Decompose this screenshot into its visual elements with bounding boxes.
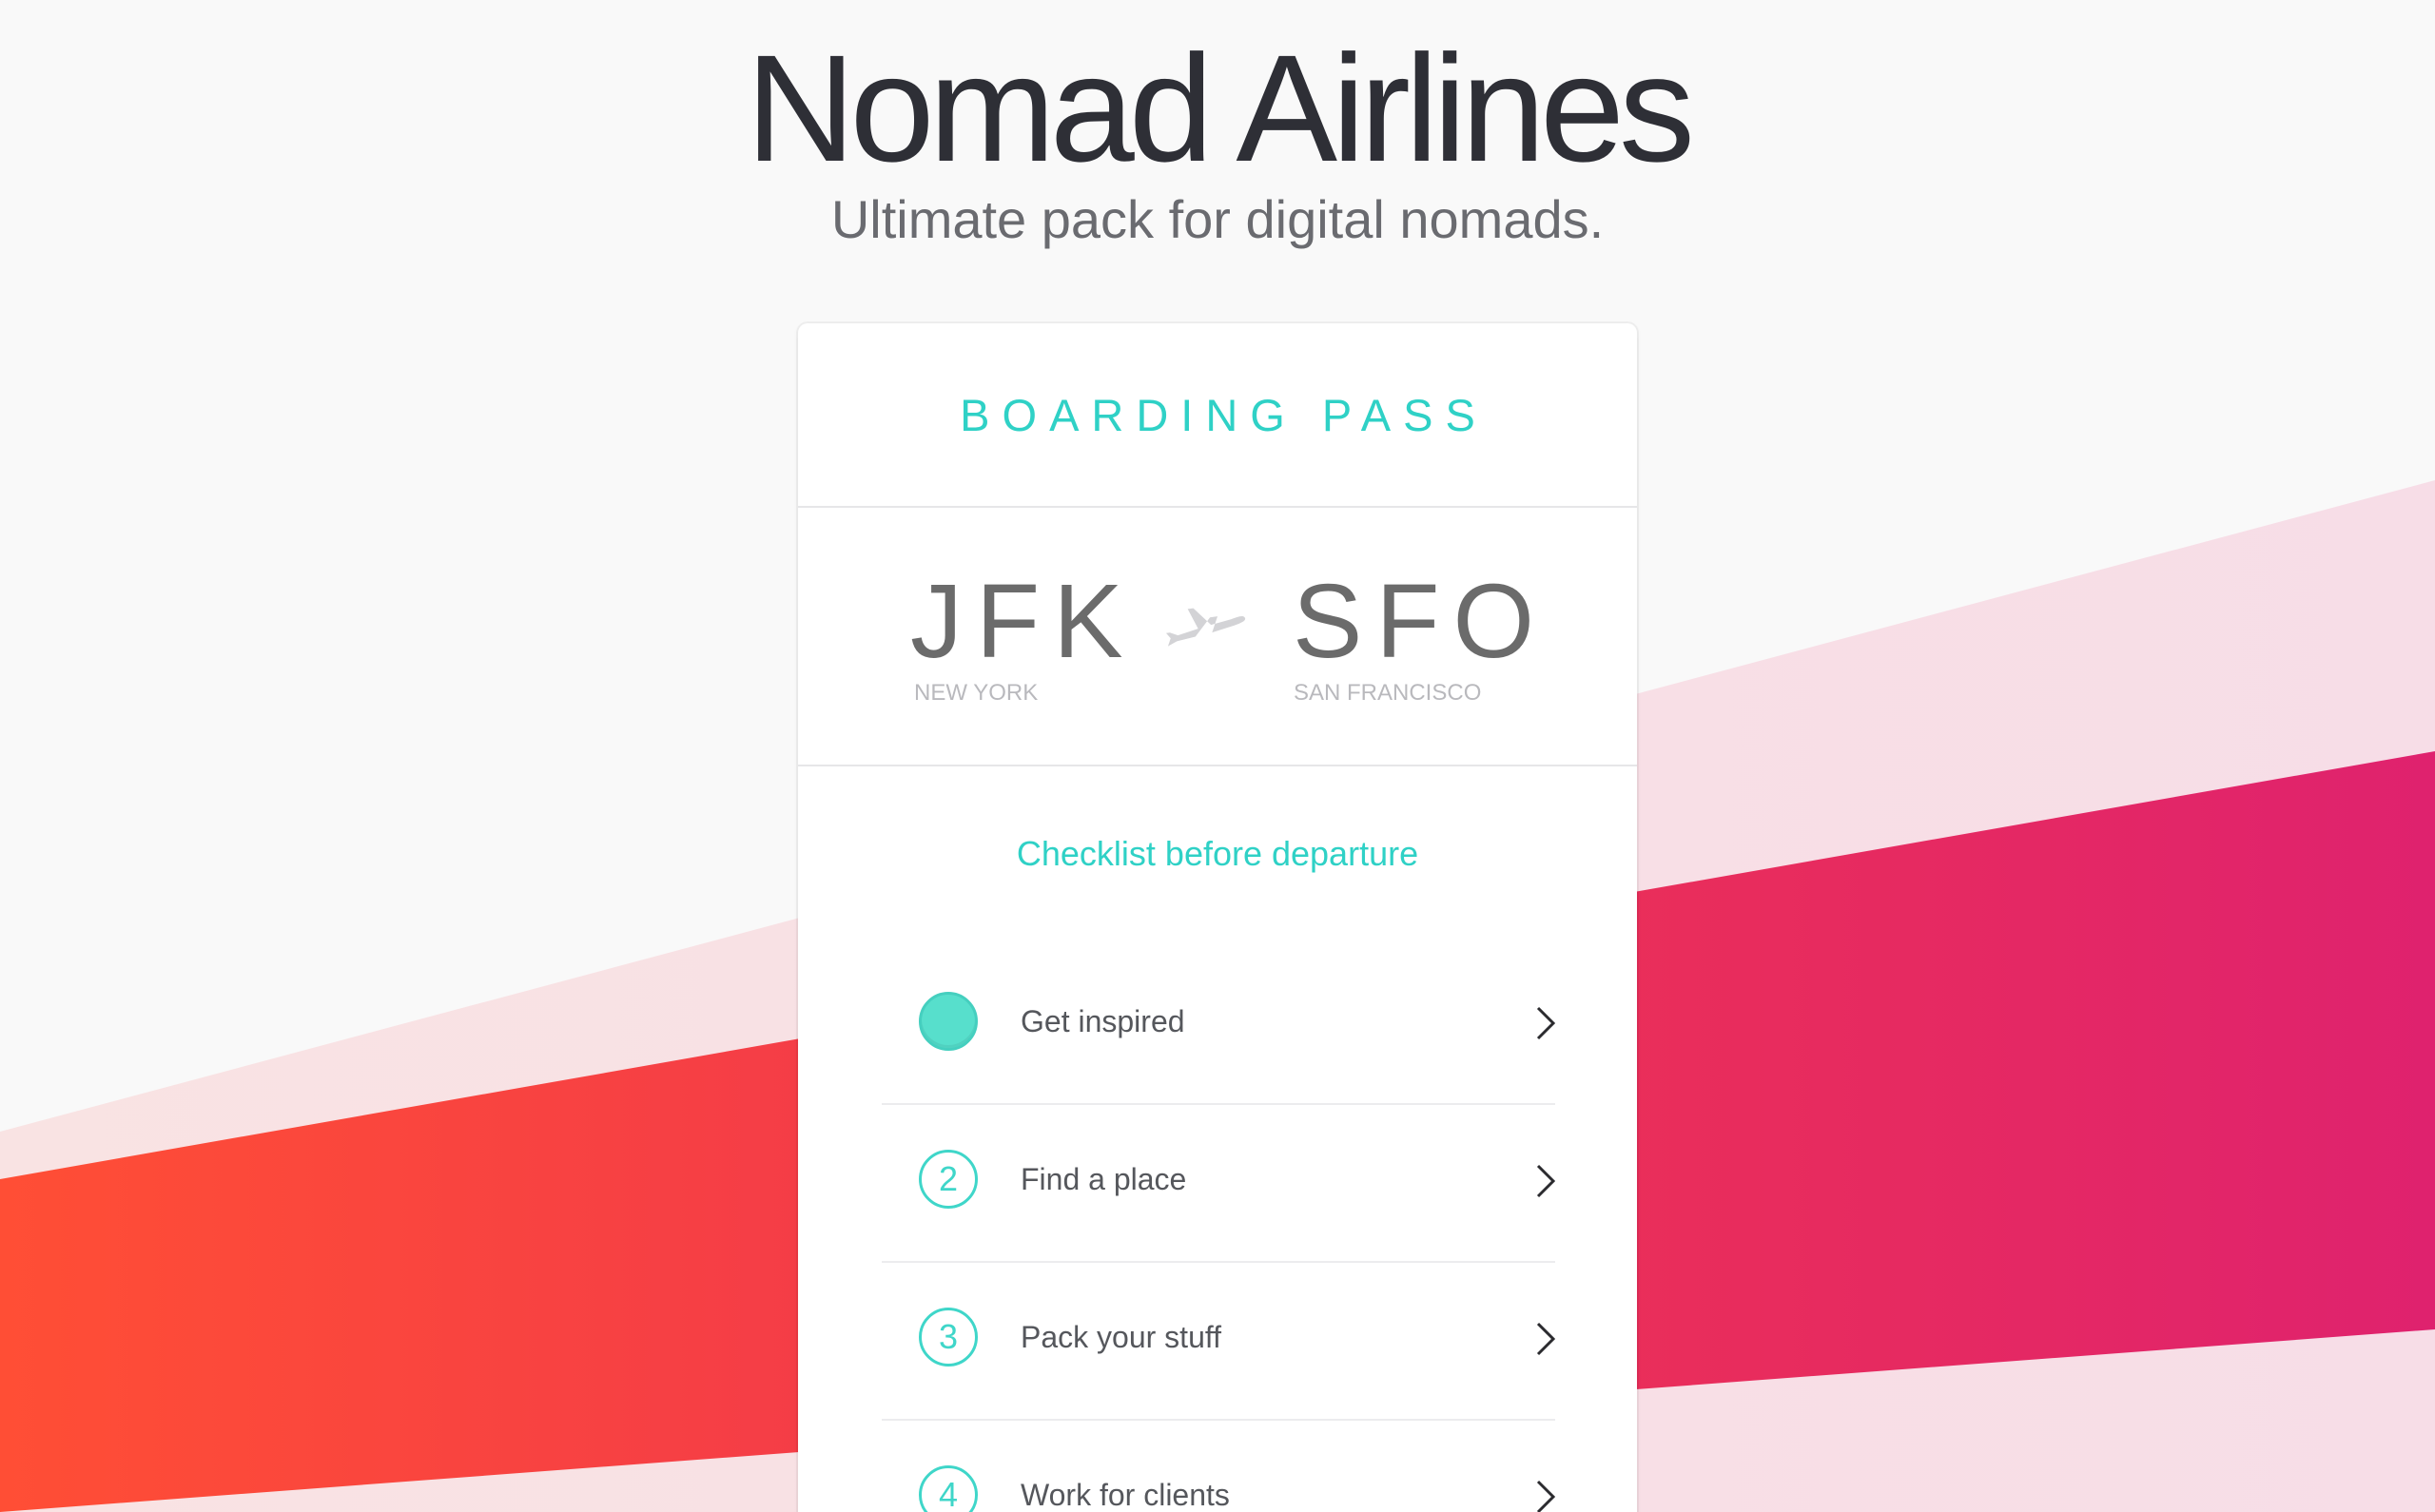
origin-city: NEW YORK [914, 680, 1039, 706]
airplane-icon [1165, 608, 1246, 647]
destination-code: SFO [1293, 563, 1549, 680]
step-number-badge: 2 [919, 1150, 978, 1209]
step-complete-icon [919, 992, 978, 1051]
destination-city: SAN FRANCISCO [1294, 680, 1482, 706]
checklist-item-label: Pack your stuff [1021, 1320, 1222, 1354]
page-subtitle: Ultimate pack for digital nomads. [830, 189, 1605, 249]
origin-code: JFK [910, 563, 1137, 680]
page: Nomad Airlines Ultimate pack for digital… [0, 0, 2435, 1512]
checklist: Get inspired 2 Find a place 3 Pack your … [882, 947, 1556, 1512]
chevron-right-icon [1536, 1006, 1556, 1040]
checklist-item-label: Get inspired [1021, 1004, 1185, 1038]
chevron-right-icon [1536, 1164, 1556, 1198]
checklist-item-find-a-place[interactable]: 2 Find a place [882, 1105, 1556, 1263]
checklist-item-label: Work for clients [1021, 1478, 1230, 1512]
checklist-item-label: Find a place [1021, 1162, 1187, 1196]
step-number-badge: 3 [919, 1308, 978, 1367]
page-title: Nomad Airlines [745, 23, 1695, 193]
step-number-badge: 4 [919, 1465, 978, 1512]
boarding-pass-title: BOARDING PASS [960, 389, 1488, 440]
boarding-pass-card: BOARDING PASS JFK NEW YORK SFO SAN FRANC… [798, 323, 1637, 1512]
chevron-right-icon [1536, 1480, 1556, 1512]
checklist-item-work-for-clients[interactable]: 4 Work for clients [882, 1421, 1556, 1512]
checklist-item-pack-your-stuff[interactable]: 3 Pack your stuff [882, 1263, 1556, 1421]
chevron-right-icon [1536, 1322, 1556, 1356]
checklist-title: Checklist before departure [1016, 834, 1419, 873]
flight-route: JFK NEW YORK SFO SAN FRANCISCO [798, 508, 1637, 766]
card-heading: BOARDING PASS [798, 323, 1637, 508]
checklist-item-get-inspired[interactable]: Get inspired [882, 947, 1556, 1105]
